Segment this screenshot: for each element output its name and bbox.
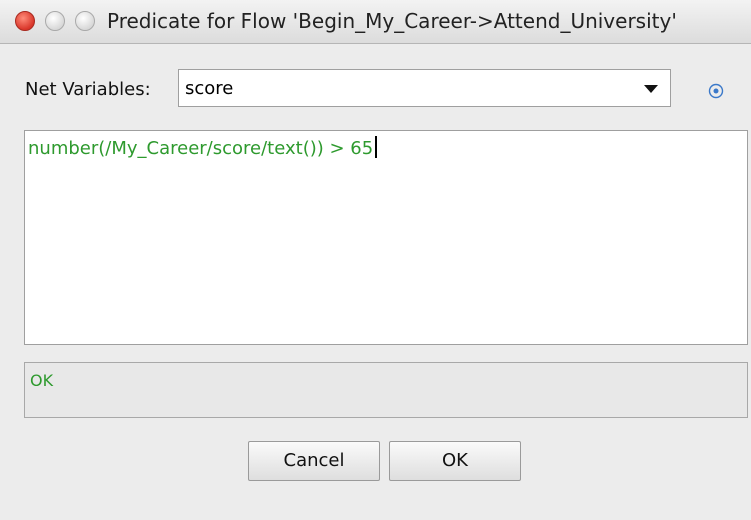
window-title: Predicate for Flow 'Begin_My_Career->Att… [107,9,677,33]
ok-button[interactable]: OK [389,441,521,481]
validation-status-panel: OK [24,362,748,418]
zoom-window-button[interactable] [75,11,95,31]
text-caret [375,136,378,158]
net-variables-dropdown[interactable]: score [178,69,671,107]
predicate-editor[interactable]: number(/My_Career/score/text()) > 65 [24,130,748,345]
close-window-button[interactable] [15,11,35,31]
predicate-expression: number(/My_Career/score/text()) > 65 [28,138,374,159]
minimize-window-button[interactable] [45,11,65,31]
predicate-expression-line: number(/My_Career/score/text()) > 65 [28,136,378,159]
net-variables-label: Net Variables: [25,79,151,100]
cancel-button[interactable]: Cancel [248,441,380,481]
net-variables-selected-value: score [185,78,234,99]
dropdown-arrow-icon [644,85,658,93]
validation-status-text: OK [30,371,54,390]
target-icon[interactable] [708,83,724,99]
title-bar: Predicate for Flow 'Begin_My_Career->Att… [0,0,751,44]
